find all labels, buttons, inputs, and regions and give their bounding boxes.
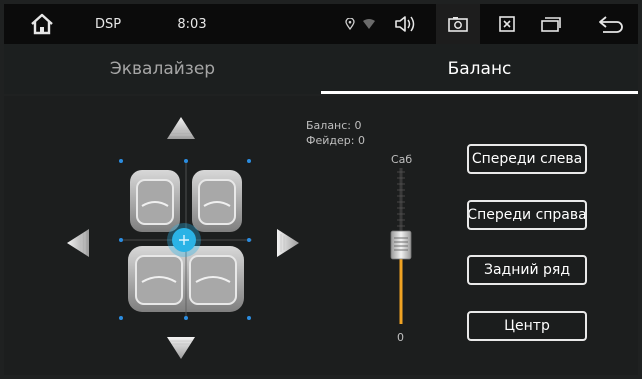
mode-label: DSP <box>94 16 122 32</box>
grid-dot <box>184 316 188 320</box>
arrow-left-button[interactable] <box>64 226 92 260</box>
front-left-button[interactable]: Спереди слева <box>467 144 587 174</box>
grid-dot <box>247 316 251 320</box>
balance-panel: Баланс: 0 Фейдер: 0 Саб 0 Спереди слева <box>4 96 638 375</box>
app-frame: DSP 8:03 Эквалайзер Баланс Баланс: 0 Фей… <box>0 0 642 379</box>
location-icon <box>342 4 358 44</box>
tab-bar: Эквалайзер Баланс <box>4 44 638 94</box>
volume-icon[interactable] <box>390 4 420 44</box>
grid-dot <box>119 238 123 242</box>
subwoofer-label: Саб <box>391 153 413 166</box>
arrow-down-button[interactable] <box>164 334 198 362</box>
arrow-right-button[interactable] <box>274 226 302 260</box>
close-box-icon[interactable] <box>492 4 522 44</box>
grid-dot <box>247 238 251 242</box>
active-tab-indicator <box>321 91 638 94</box>
wifi-icon <box>360 4 378 44</box>
tab-equalizer[interactable]: Эквалайзер <box>4 44 321 94</box>
grid-dot <box>119 159 123 163</box>
clock: 8:03 <box>177 16 207 32</box>
screenshot-icon[interactable] <box>436 4 480 44</box>
subwoofer-value: 0 <box>397 331 404 344</box>
rear-row-button[interactable]: Задний ряд <box>467 255 587 285</box>
balance-info: Баланс: 0 Фейдер: 0 <box>306 118 365 148</box>
grid-dot <box>247 159 251 163</box>
status-bar: DSP 8:03 <box>4 4 638 44</box>
balance-fader-handle[interactable] <box>166 222 202 258</box>
center-button[interactable]: Центр <box>467 311 587 341</box>
front-right-button[interactable]: Спереди справа <box>467 200 587 230</box>
tab-balance[interactable]: Баланс <box>321 44 638 94</box>
subwoofer-slider-thumb[interactable] <box>390 230 412 260</box>
arrow-up-button[interactable] <box>164 114 198 142</box>
grid-dot <box>119 316 123 320</box>
home-icon[interactable] <box>26 4 58 44</box>
back-icon[interactable] <box>594 4 628 44</box>
grid-dot <box>184 159 188 163</box>
window-icon[interactable] <box>536 4 566 44</box>
fader-value: Фейдер: 0 <box>306 134 365 147</box>
balance-value: Баланс: 0 <box>306 119 362 132</box>
